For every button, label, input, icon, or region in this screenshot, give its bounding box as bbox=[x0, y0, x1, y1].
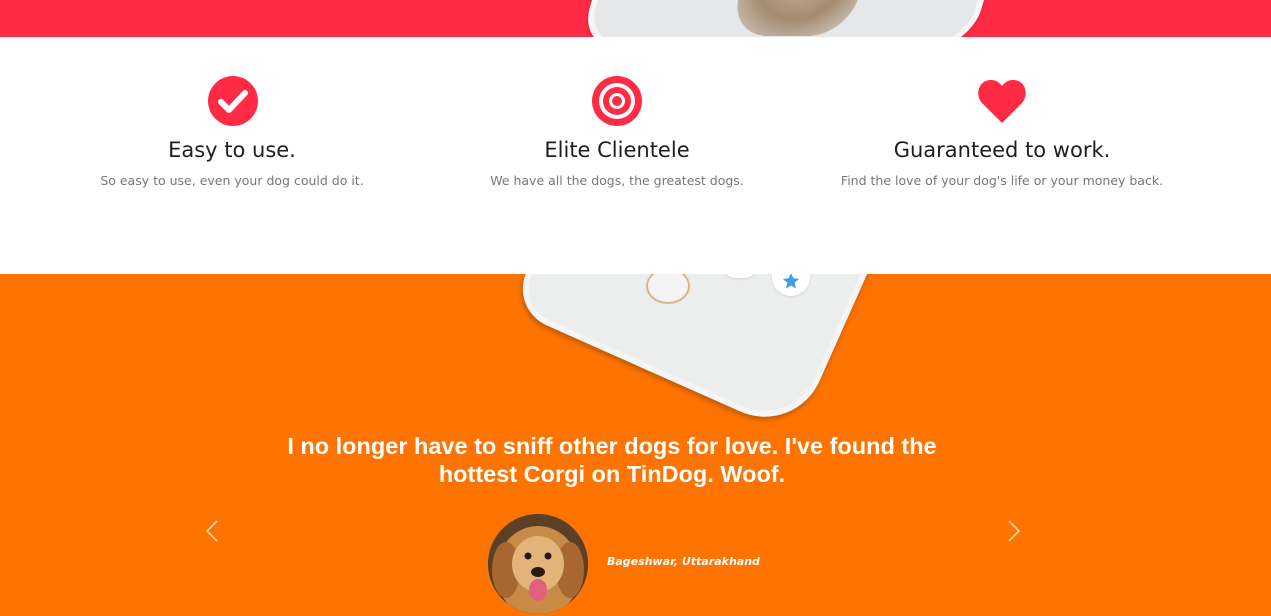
heart-icon bbox=[976, 75, 1028, 127]
phone-screen-dog-photo bbox=[727, 0, 871, 36]
chevron-left-icon bbox=[205, 520, 218, 542]
check-circle-icon bbox=[207, 75, 259, 127]
testimonial-caption: Bageshwar, Uttarakhand bbox=[607, 555, 760, 568]
feature-title: Easy to use. bbox=[168, 138, 296, 162]
features-section: Easy to use. So easy to use, even your d… bbox=[0, 37, 1271, 274]
title-section-bottom bbox=[0, 0, 1271, 37]
carousel-prev-button[interactable] bbox=[200, 519, 224, 543]
carousel-next-button[interactable] bbox=[1002, 519, 1026, 543]
phone-mockup-top bbox=[578, 0, 1010, 37]
feature-description: Find the love of your dog's life or your… bbox=[840, 173, 1164, 188]
feature-title: Elite Clientele bbox=[544, 138, 690, 162]
feature-description: We have all the dogs, the greatest dogs. bbox=[490, 173, 744, 188]
phone-mockup-bottom bbox=[510, 274, 922, 436]
bullseye-icon bbox=[591, 75, 643, 127]
chevron-right-icon bbox=[1008, 520, 1021, 542]
feature-title: Guaranteed to work. bbox=[893, 138, 1111, 162]
testimonial-quote: I no longer have to sniff other dogs for… bbox=[287, 433, 937, 487]
feature-description: So easy to use, even your dog could do i… bbox=[100, 173, 364, 188]
testimonial-section: I no longer have to sniff other dogs for… bbox=[0, 274, 1271, 616]
dog-avatar bbox=[488, 514, 588, 614]
